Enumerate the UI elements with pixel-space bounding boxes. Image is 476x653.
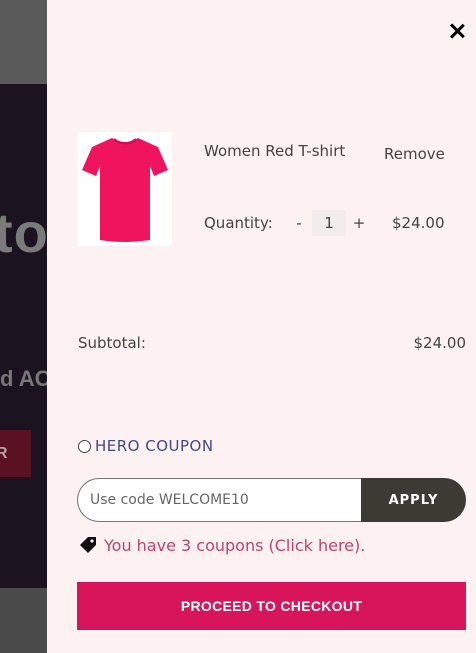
proceed-to-checkout-button[interactable]: PROCEED TO CHECKOUT	[77, 582, 466, 630]
subtotal-value: $24.00	[413, 334, 467, 352]
tag-icon	[80, 537, 96, 553]
available-coupons-text[interactable]: You have 3 coupons (Click here).	[104, 536, 365, 555]
product-image[interactable]	[78, 132, 172, 246]
hero-coupon-radio[interactable]	[78, 440, 91, 453]
coupon-code-input[interactable]	[77, 478, 367, 522]
tshirt-image	[82, 138, 168, 242]
quantity-increase-button[interactable]: +	[352, 214, 366, 232]
coupon-form: APPLY	[77, 478, 466, 522]
quantity-label: Quantity:	[204, 214, 273, 232]
line-item-price: $24.00	[392, 214, 445, 232]
hero-coupon-label[interactable]: HERO COUPON	[95, 437, 214, 455]
cart-drawer: Women Red T-shirt Remove Quantity: - 1 +…	[47, 0, 476, 653]
product-name[interactable]: Women Red T-shirt	[204, 142, 345, 160]
remove-item-button[interactable]: Remove	[384, 145, 445, 163]
available-coupons-link[interactable]: You have 3 coupons (Click here).	[78, 535, 365, 555]
quantity-input[interactable]: 1	[312, 210, 346, 236]
apply-coupon-button[interactable]: APPLY	[361, 478, 466, 522]
background-hero-subheading: d AC	[0, 366, 51, 391]
background-hero-heading: to	[0, 201, 49, 264]
background-hero-button-label: R	[0, 444, 8, 462]
close-icon[interactable]	[446, 20, 468, 42]
subtotal-label: Subtotal:	[78, 334, 146, 352]
quantity-decrease-button[interactable]: -	[293, 214, 305, 232]
background-hero-button: R	[0, 430, 31, 477]
